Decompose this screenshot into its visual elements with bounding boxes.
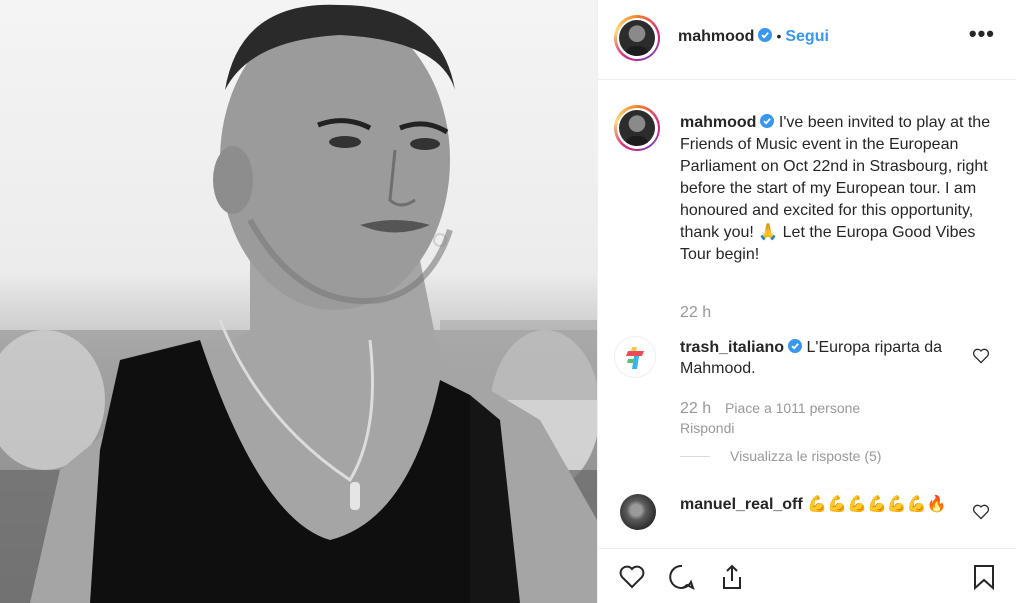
caption-timestamp[interactable]: 22 h bbox=[680, 304, 711, 322]
portrait-illustration bbox=[0, 4, 597, 603]
share-icon[interactable] bbox=[718, 563, 746, 591]
comment-text: trash_italiano L'Europa riparta da Mahmo… bbox=[680, 337, 960, 379]
verified-badge-icon bbox=[760, 114, 775, 128]
comment-text: manuel_real_off 💪💪💪💪💪💪🔥 bbox=[680, 494, 950, 515]
comment-avatar[interactable] bbox=[620, 494, 656, 530]
comment-username[interactable]: manuel_real_off bbox=[680, 496, 803, 513]
view-replies-button[interactable]: Visualizza le risposte (5) bbox=[680, 448, 881, 464]
folded-hands-emoji: 🙏 bbox=[758, 224, 779, 241]
view-replies-label: Visualizza le risposte (5) bbox=[730, 448, 882, 464]
comment-meta: 22 h Piace a 1011 persone bbox=[680, 400, 860, 418]
caption-text: mahmood I've been invited to play at the… bbox=[680, 112, 992, 266]
verified-badge-icon bbox=[758, 28, 773, 42]
post-side-panel: mahmood • Segui ••• mahmood I've been invi… bbox=[597, 0, 1016, 603]
comment-avatar[interactable] bbox=[614, 336, 656, 378]
caption-avatar[interactable] bbox=[614, 105, 660, 151]
more-options-icon[interactable]: ••• bbox=[969, 23, 995, 45]
heart-icon[interactable] bbox=[618, 563, 646, 591]
comment-like-heart-icon[interactable] bbox=[972, 348, 990, 364]
caption-username[interactable]: mahmood bbox=[680, 114, 756, 131]
action-bar bbox=[598, 548, 1016, 603]
caption-body: I've been invited to play at the Friends… bbox=[680, 114, 991, 241]
trash-italiano-logo-icon bbox=[626, 347, 644, 369]
comment-icon[interactable] bbox=[668, 563, 696, 591]
header-username[interactable]: mahmood bbox=[678, 28, 754, 45]
comment-username[interactable]: trash_italiano bbox=[680, 339, 784, 356]
reply-button[interactable]: Rispondi bbox=[680, 420, 734, 436]
comment-like-heart-icon[interactable] bbox=[972, 504, 990, 520]
post-header: mahmood • Segui ••• bbox=[598, 0, 1016, 80]
comment-like-count[interactable]: Piace a 1011 persone bbox=[725, 400, 860, 416]
verified-badge-icon bbox=[788, 339, 803, 353]
post-photo[interactable] bbox=[0, 0, 597, 603]
follow-button[interactable]: Segui bbox=[785, 28, 829, 45]
separator-dot: • bbox=[776, 28, 782, 44]
comment-timestamp[interactable]: 22 h bbox=[680, 400, 711, 417]
comment-body: 💪💪💪💪💪💪🔥 bbox=[807, 496, 947, 513]
author-avatar[interactable] bbox=[614, 15, 660, 61]
replies-divider bbox=[680, 455, 710, 457]
bookmark-icon[interactable] bbox=[970, 563, 998, 591]
header-author-line: mahmood • Segui bbox=[678, 28, 829, 46]
